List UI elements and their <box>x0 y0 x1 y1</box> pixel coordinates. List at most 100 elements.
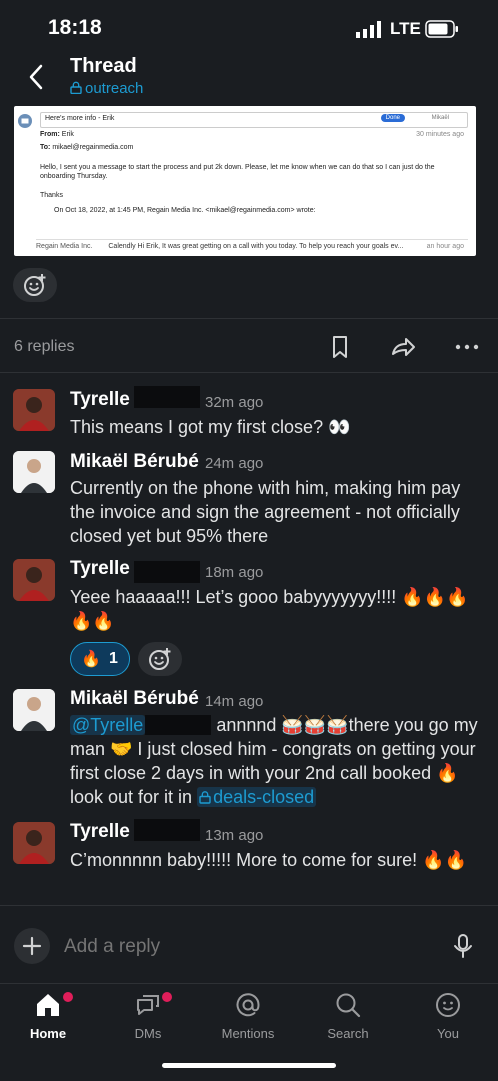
tab-label: Home <box>29 1026 67 1041</box>
bookmark-icon <box>333 336 347 358</box>
add-reaction-button[interactable] <box>13 268 57 302</box>
profile-icon <box>436 993 460 1017</box>
search-icon <box>336 993 361 1018</box>
voice-button[interactable] <box>450 932 476 960</box>
footer-sender: Regain Media Inc. <box>36 243 93 250</box>
user-photo-icon <box>13 559 55 601</box>
channel-mention[interactable]: deals-closed <box>197 787 317 807</box>
home-icon <box>37 994 59 1016</box>
message-text: C’monnnnn baby!!!!! More to come for sur… <box>70 850 467 870</box>
notification-dot <box>63 992 73 1002</box>
email-body-line: onboarding Thursday. <box>40 173 108 180</box>
email-quote: On Oct 18, 2022, at 1:45 PM, Regain Medi… <box>54 207 316 214</box>
message-time: 18m ago <box>205 564 264 581</box>
add-reaction-button[interactable] <box>138 642 182 676</box>
email-screenshot-image[interactable]: Here's more info - Erik Done Mikaël From… <box>14 106 476 256</box>
redacted-block <box>145 715 212 735</box>
email-body-line: Hello, I sent you a message to start the… <box>40 164 435 171</box>
footer-snippet: Calendly Hi Erik, It was great getting o… <box>108 243 404 250</box>
more-options-button[interactable] <box>454 334 482 362</box>
share-button[interactable] <box>390 334 418 362</box>
page-title: Thread <box>70 55 137 77</box>
reply-composer <box>0 905 498 984</box>
plus-icon <box>22 936 42 956</box>
mail-icon <box>18 114 32 128</box>
email-sender-short: Mikaël <box>431 115 449 121</box>
message-time: 14m ago <box>205 693 264 710</box>
share-icon <box>392 338 415 356</box>
message-text: @Tyrelle annnnd 🥁🥁🥁there you go my man 🤝… <box>70 713 485 809</box>
chat-bubbles-icon <box>137 995 159 1015</box>
redacted-block <box>134 561 200 583</box>
to-label: To: <box>40 144 51 151</box>
user-photo-icon <box>13 822 55 864</box>
message-time: 24m ago <box>205 455 264 472</box>
from-label: From: <box>40 131 60 138</box>
tab-label: You <box>437 1026 459 1041</box>
lock-icon <box>70 81 82 95</box>
bookmark-button[interactable] <box>328 334 356 362</box>
tab-search[interactable]: Search <box>308 990 388 1041</box>
tab-label: DMs <box>134 1026 162 1041</box>
replies-count: 6 replies <box>14 338 75 355</box>
user-photo-icon <box>13 389 55 431</box>
tab-label: Search <box>327 1026 369 1041</box>
avatar[interactable] <box>13 822 55 864</box>
tab-you[interactable]: You <box>408 990 488 1041</box>
avatar[interactable] <box>13 689 55 731</box>
lock-icon <box>199 791 211 804</box>
message-author[interactable]: Mikaël Bérubé <box>70 451 199 473</box>
message-time: 13m ago <box>205 827 264 844</box>
battery-icon <box>425 20 458 38</box>
email-thanks: Thanks <box>40 192 63 199</box>
user-photo-icon <box>13 451 55 493</box>
message-author[interactable]: Mikaël Bérubé <box>70 688 199 710</box>
network-label: LTE <box>390 19 421 38</box>
divider <box>0 372 498 373</box>
email-subject: Here's more info - Erik <box>45 115 115 122</box>
notification-dot <box>162 992 172 1002</box>
ellipsis-icon <box>455 344 479 350</box>
tab-label: Mentions <box>221 1026 275 1041</box>
user-mention[interactable]: @Tyrelle <box>70 715 146 735</box>
tab-mentions[interactable]: Mentions <box>208 990 288 1041</box>
reaction-emoji: 🔥 <box>81 651 101 668</box>
received-time: 30 minutes ago <box>416 131 464 138</box>
channel-link[interactable]: outreach <box>70 80 143 97</box>
at-sign-icon <box>236 993 260 1017</box>
to-address: mikael@regainmedia.com <box>52 144 134 151</box>
message-time: 32m ago <box>205 394 264 411</box>
emoji-add-icon <box>24 274 46 296</box>
done-button: Done <box>380 114 405 122</box>
tab-dms[interactable]: DMs <box>108 990 188 1041</box>
message-text: Yeee haaaaa!!! Let’s gooo babyyyyyyy!!!!… <box>70 587 469 631</box>
signal-icon <box>356 21 381 38</box>
message-text: Currently on the phone with him, making … <box>70 478 461 546</box>
avatar[interactable] <box>13 389 55 431</box>
back-button[interactable] <box>26 62 56 92</box>
reaction-count: 1 <box>109 650 118 667</box>
avatar[interactable] <box>13 559 55 601</box>
channel-name: outreach <box>85 80 144 97</box>
redacted-block <box>134 819 200 841</box>
message-author[interactable]: Tyrelle <box>70 821 130 843</box>
message-text: This means I got my first close? 👀 <box>70 417 351 437</box>
status-icons: LTE <box>355 18 475 42</box>
footer-time: an hour ago <box>426 243 464 250</box>
message-author[interactable]: Tyrelle <box>70 389 130 411</box>
reaction-fire[interactable]: 🔥 1 <box>70 642 130 676</box>
status-time: 18:18 <box>48 16 102 39</box>
reply-input[interactable] <box>62 928 436 966</box>
divider <box>0 318 498 319</box>
chevron-left-icon <box>29 64 43 90</box>
avatar[interactable] <box>13 451 55 493</box>
message-author[interactable]: Tyrelle <box>70 558 130 580</box>
from-name: Erik <box>61 131 74 138</box>
channel-mention-name: deals-closed <box>213 787 315 807</box>
emoji-add-icon <box>149 648 171 670</box>
user-photo-icon <box>13 689 55 731</box>
microphone-icon <box>454 934 472 958</box>
home-indicator <box>162 1063 336 1068</box>
attach-button[interactable] <box>14 928 50 964</box>
tab-home[interactable]: Home <box>8 990 88 1041</box>
